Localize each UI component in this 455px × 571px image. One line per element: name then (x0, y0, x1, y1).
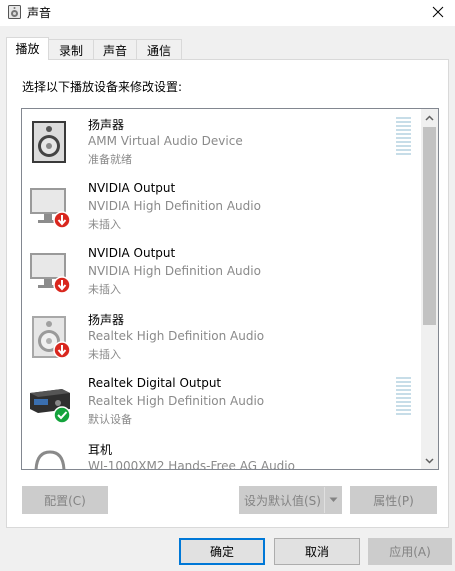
device-status: 未插入 (88, 218, 121, 231)
receiver-icon (30, 389, 71, 424)
set-default-dropdown[interactable] (324, 487, 341, 513)
playback-panel: 选择以下播放设备来修改设置: 扬声器 AMM Virtual Audio Dev… (6, 59, 449, 528)
device-description: NVIDIA High Definition Audio (88, 264, 261, 278)
device-name: 扬声器 (88, 118, 125, 132)
tab-playback[interactable]: 播放 (6, 37, 49, 60)
tab-strip: 播放 录制 声音 通信 (6, 37, 182, 60)
monitor-icon (30, 188, 71, 229)
device-item[interactable]: 耳机 WI-1000XM2 Hands-Free AG Audio (22, 434, 420, 470)
scroll-thumb[interactable] (423, 127, 436, 325)
headphones-icon (34, 450, 66, 469)
speaker-icon (32, 316, 71, 359)
device-item[interactable]: 扬声器 Realtek High Definition Audio 未插入 (22, 304, 420, 369)
close-button[interactable] (421, 0, 455, 24)
device-item[interactable]: NVIDIA Output NVIDIA High Definition Aud… (22, 239, 420, 304)
close-icon (432, 6, 444, 18)
device-description: Realtek High Definition Audio (88, 329, 265, 343)
level-meter (396, 377, 411, 417)
device-list-scrollbar[interactable] (421, 109, 438, 469)
tab-recording[interactable]: 录制 (48, 39, 94, 60)
properties-button[interactable]: 属性(P) (350, 486, 437, 514)
device-name: NVIDIA Output (88, 246, 176, 260)
instruction-text: 选择以下播放设备来修改设置: (22, 80, 183, 94)
chevron-down-icon (425, 457, 434, 464)
speaker-app-icon (8, 5, 21, 19)
default-check-icon (53, 406, 71, 424)
device-list[interactable]: 扬声器 AMM Virtual Audio Device 准备就绪 NVIDIA (21, 108, 439, 470)
title-bar: 声音 (0, 0, 455, 26)
device-description: Realtek High Definition Audio (88, 394, 265, 408)
window-title: 声音 (27, 6, 52, 20)
tab-communications[interactable]: 通信 (136, 39, 182, 60)
scroll-up-button[interactable] (421, 109, 438, 126)
device-item[interactable]: NVIDIA Output NVIDIA High Definition Aud… (22, 174, 420, 239)
device-status: 未插入 (88, 283, 121, 296)
device-description: AMM Virtual Audio Device (88, 134, 243, 148)
device-item[interactable]: 扬声器 AMM Virtual Audio Device 准备就绪 (22, 109, 420, 174)
scroll-down-button[interactable] (421, 452, 438, 469)
tab-sounds[interactable]: 声音 (93, 39, 137, 60)
set-default-button[interactable]: 设为默认值(S) (239, 486, 342, 514)
device-name: 耳机 (88, 443, 113, 457)
device-status: 未插入 (88, 348, 121, 361)
set-default-label: 设为默认值(S) (244, 493, 321, 508)
device-item[interactable]: Realtek Digital Output Realtek High Defi… (22, 369, 420, 434)
device-description: NVIDIA High Definition Audio (88, 199, 261, 213)
cancel-button[interactable]: 取消 (274, 538, 360, 565)
monitor-icon (30, 253, 71, 294)
device-status: 默认设备 (88, 413, 132, 426)
level-meter (396, 117, 411, 157)
device-name: 扬声器 (88, 313, 125, 327)
chevron-up-icon (425, 114, 434, 121)
device-name: Realtek Digital Output (88, 376, 222, 390)
device-status: 准备就绪 (88, 153, 132, 166)
configure-button[interactable]: 配置(C) (22, 486, 108, 514)
device-name: NVIDIA Output (88, 181, 176, 195)
apply-button[interactable]: 应用(A) (368, 538, 452, 565)
dialog-client: 播放 录制 声音 通信 选择以下播放设备来修改设置: 扬声器 AMM Virtu… (0, 26, 455, 571)
speaker-icon (32, 121, 66, 163)
device-description: WI-1000XM2 Hands-Free AG Audio (88, 459, 295, 470)
ok-button[interactable]: 确定 (179, 538, 265, 565)
dropdown-arrow-icon (329, 497, 337, 502)
